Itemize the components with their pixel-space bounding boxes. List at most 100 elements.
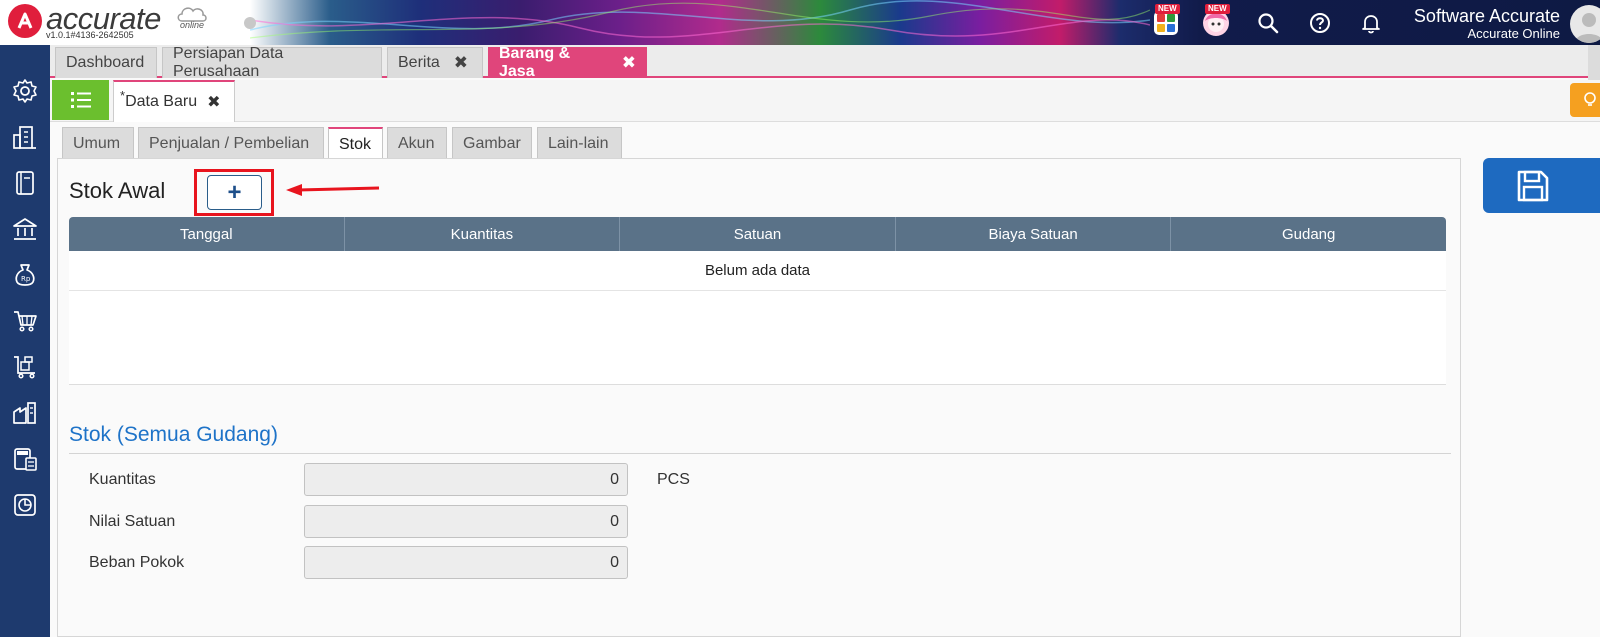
- app-suffix: online: [180, 20, 205, 30]
- book-icon: [16, 171, 34, 195]
- table-body: [69, 291, 1446, 385]
- tab-label: Barang & Jasa: [499, 45, 571, 80]
- new-badge: NEW: [1205, 4, 1230, 14]
- user-avatar-icon: [1575, 13, 1600, 43]
- tab-penjualan-pembelian[interactable]: Penjualan / Pembelian: [138, 127, 324, 159]
- company-icon: [13, 126, 36, 149]
- list-view-button[interactable]: [52, 80, 109, 120]
- search-icon: [1258, 13, 1279, 34]
- avatar[interactable]: [1570, 5, 1600, 43]
- sidebar-item-settings[interactable]: [9, 75, 41, 107]
- sidebar-item-reports[interactable]: [9, 489, 41, 521]
- lightbulb-icon: [1584, 92, 1596, 106]
- svg-text:Rp: Rp: [21, 275, 31, 283]
- tax-icon: [14, 448, 37, 471]
- empty-table-message: Belum ada data: [69, 251, 1446, 291]
- tab-label: Berita: [398, 54, 440, 71]
- status-dot: [244, 17, 256, 29]
- user-subtitle: Accurate Online: [1467, 26, 1561, 41]
- close-icon[interactable]: ✖: [207, 92, 220, 112]
- tab-persiapan-data[interactable]: Persiapan Data Perusahaan: [162, 45, 382, 80]
- column-header-tanggal[interactable]: Tanggal: [69, 217, 345, 251]
- tab-gambar[interactable]: Gambar: [452, 127, 532, 159]
- sidebar-item-inventory[interactable]: [9, 397, 41, 429]
- kuantitas-unit: PCS: [657, 471, 690, 488]
- help-icon: [1310, 13, 1330, 33]
- save-icon: [1517, 170, 1549, 201]
- search-button[interactable]: [1253, 8, 1283, 38]
- money-bag-icon: Rp: [15, 264, 35, 286]
- user-name: Software Accurate: [1413, 6, 1560, 26]
- app-version: v1.0.1#4136-2642505: [46, 30, 134, 40]
- tab-umum[interactable]: Umum: [62, 127, 134, 159]
- tab-dashboard[interactable]: Dashboard: [55, 47, 157, 78]
- tab-label: Data Baru: [125, 93, 198, 110]
- stok-semua-gudang-title: Stok (Semua Gudang): [69, 423, 278, 446]
- sidebar: Rp: [0, 45, 50, 637]
- help-button[interactable]: [1305, 8, 1335, 38]
- beban-pokok-field[interactable]: 0: [304, 546, 628, 579]
- column-header-kuantitas[interactable]: Kuantitas: [345, 217, 621, 251]
- tips-button[interactable]: [1570, 83, 1600, 117]
- sidebar-item-purchase[interactable]: [9, 351, 41, 383]
- sidebar-item-ledger[interactable]: [9, 167, 41, 199]
- stok-awal-title: Stok Awal: [69, 178, 166, 203]
- assistant-button[interactable]: NEW: [1201, 4, 1231, 38]
- apps-grid-button[interactable]: NEW: [1151, 4, 1181, 38]
- notifications-button[interactable]: [1356, 8, 1386, 38]
- column-header-gudang[interactable]: Gudang: [1171, 217, 1446, 251]
- stok-panel: Stok Awal + Tanggal Kuantitas Satuan Bia…: [57, 158, 1461, 637]
- kuantitas-row: Kuantitas 0 PCS: [89, 463, 709, 497]
- tabs-scroll-right[interactable]: [1588, 45, 1600, 80]
- highlight-box: [194, 169, 274, 216]
- sidebar-item-payments[interactable]: Rp: [9, 259, 41, 291]
- main-area: Dashboard Persiapan Data Perusahaan Beri…: [50, 45, 1600, 637]
- accurate-logo-icon: [8, 4, 42, 38]
- tab-data-baru[interactable]: * Data Baru ✖: [113, 80, 235, 122]
- bell-icon: [1362, 15, 1380, 34]
- sidebar-item-cash-bank[interactable]: [9, 213, 41, 245]
- settings-icon: [13, 79, 37, 103]
- column-header-satuan[interactable]: Satuan: [620, 217, 896, 251]
- close-icon[interactable]: ✖: [622, 53, 636, 73]
- unsaved-marker: *: [120, 87, 126, 103]
- save-button[interactable]: [1483, 158, 1600, 213]
- tab-label: Lain-lain: [548, 134, 609, 152]
- nilai-satuan-label: Nilai Satuan: [89, 513, 176, 530]
- kuantitas-label: Kuantitas: [89, 471, 156, 488]
- stok-awal-table: Tanggal Kuantitas Satuan Biaya Satuan Gu…: [69, 217, 1446, 385]
- annotation-arrow: [286, 184, 380, 196]
- tab-barang-jasa[interactable]: Barang & Jasa ✖: [488, 45, 647, 80]
- sidebar-item-sales[interactable]: [9, 305, 41, 337]
- inventory-cart-icon: [14, 356, 35, 379]
- tab-berita[interactable]: Berita ✖: [387, 47, 483, 78]
- user-menu[interactable]: Software Accurate Accurate Online: [1414, 6, 1560, 42]
- tab-stok[interactable]: Stok: [328, 127, 383, 160]
- document-bar: * Data Baru ✖: [50, 80, 1600, 122]
- list-icon: [70, 92, 91, 108]
- tab-label: Gambar: [463, 134, 521, 152]
- tab-lain-lain[interactable]: Lain-lain: [537, 127, 622, 159]
- nilai-satuan-row: Nilai Satuan 0: [89, 505, 709, 539]
- column-header-biaya-satuan[interactable]: Biaya Satuan: [896, 217, 1172, 251]
- tab-akun[interactable]: Akun: [387, 127, 447, 159]
- header-decoration: [250, 0, 1150, 39]
- shopping-cart-icon: [14, 311, 37, 332]
- beban-pokok-label: Beban Pokok: [89, 554, 185, 571]
- tab-label: Penjualan / Pembelian: [149, 134, 310, 152]
- kuantitas-field[interactable]: 0: [304, 463, 628, 496]
- tab-label: Persiapan Data Perusahaan: [173, 45, 284, 80]
- report-icon: [14, 494, 36, 516]
- table-header: Tanggal Kuantitas Satuan Biaya Satuan Gu…: [69, 217, 1446, 251]
- nilai-satuan-field[interactable]: 0: [304, 505, 628, 538]
- top-header: accurate online v1.0.1#4136-2642505 NEW …: [0, 0, 1600, 45]
- new-badge: NEW: [1155, 4, 1180, 14]
- sidebar-item-company[interactable]: [9, 121, 41, 153]
- tab-label: Dashboard: [66, 54, 145, 71]
- section-divider: [69, 453, 1451, 454]
- module-tabs: Dashboard Persiapan Data Perusahaan Beri…: [50, 45, 1600, 80]
- sidebar-item-tax[interactable]: [9, 443, 41, 475]
- close-icon[interactable]: ✖: [454, 53, 468, 73]
- bank-icon: [13, 218, 37, 240]
- tab-label: Umum: [73, 134, 121, 152]
